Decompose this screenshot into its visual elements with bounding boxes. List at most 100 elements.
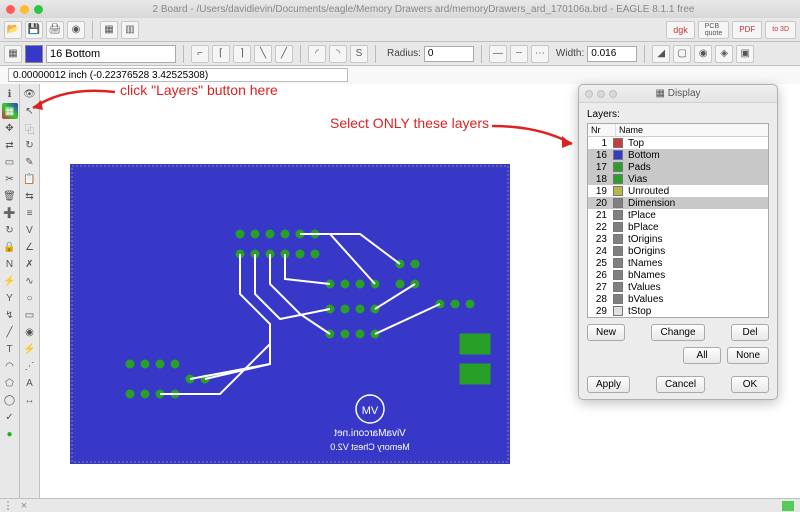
layer-row[interactable]: 25tNames bbox=[588, 257, 768, 269]
layer-row[interactable]: 26bNames bbox=[588, 269, 768, 281]
wire-bend-5[interactable]: ╱ bbox=[275, 45, 293, 63]
layers-tool[interactable]: ▦ bbox=[2, 103, 18, 119]
meander-tool[interactable]: ∿ bbox=[22, 273, 38, 289]
ok-button[interactable]: OK bbox=[731, 376, 769, 393]
style-3[interactable]: ⋯ bbox=[531, 45, 549, 63]
style-2[interactable]: ┄ bbox=[510, 45, 528, 63]
hole-tool[interactable]: ◯ bbox=[2, 392, 18, 408]
apply-button[interactable]: Apply bbox=[587, 376, 630, 393]
arc-tool[interactable]: ◠ bbox=[2, 358, 18, 374]
to-3d-button[interactable]: to 3D bbox=[765, 21, 796, 39]
text-tool[interactable]: T bbox=[2, 341, 18, 357]
misc-3[interactable]: ◉ bbox=[694, 45, 712, 63]
dim-tool[interactable]: ↔ bbox=[22, 392, 38, 408]
copy-tool[interactable]: ⿻ bbox=[22, 120, 38, 136]
group-tool[interactable]: ▭ bbox=[2, 154, 18, 170]
layer-row[interactable]: 24bOrigins bbox=[588, 245, 768, 257]
layer-row[interactable]: 1Top bbox=[588, 137, 768, 149]
none-button[interactable]: None bbox=[727, 347, 769, 364]
close-icon[interactable] bbox=[6, 5, 15, 14]
width-input[interactable] bbox=[587, 46, 637, 62]
layer-row[interactable]: 18Vias bbox=[588, 173, 768, 185]
new-button[interactable]: New bbox=[587, 324, 625, 341]
move-tool[interactable]: ✥ bbox=[2, 120, 18, 136]
all-button[interactable]: All bbox=[683, 347, 721, 364]
layer-row[interactable]: 22bPlace bbox=[588, 221, 768, 233]
value-tool[interactable]: V bbox=[22, 222, 38, 238]
route-tool[interactable]: ↯ bbox=[2, 307, 18, 323]
split-tool[interactable]: Y bbox=[2, 290, 18, 306]
misc-5[interactable]: ▣ bbox=[736, 45, 754, 63]
wire-bend-3[interactable]: ⌉ bbox=[233, 45, 251, 63]
layer-row[interactable]: 21tPlace bbox=[588, 209, 768, 221]
grid-button[interactable]: ▦ bbox=[4, 45, 22, 63]
paste-tool[interactable]: 📋 bbox=[22, 171, 38, 187]
coord-input[interactable] bbox=[8, 68, 348, 82]
cancel-button[interactable]: Cancel bbox=[656, 376, 705, 393]
layer-row[interactable]: 17Pads bbox=[588, 161, 768, 173]
dialog-zoom-icon[interactable] bbox=[609, 90, 617, 98]
add-tool[interactable]: ➕ bbox=[2, 205, 18, 221]
cam-button[interactable]: ◉ bbox=[67, 21, 85, 39]
misc-1[interactable]: ◢ bbox=[652, 45, 670, 63]
rect-tool[interactable]: ▭ bbox=[22, 307, 38, 323]
zoom-icon[interactable] bbox=[34, 5, 43, 14]
name-tool[interactable]: N bbox=[2, 256, 18, 272]
misc-2[interactable]: ▢ bbox=[673, 45, 691, 63]
arc-mode-1[interactable]: ◜ bbox=[308, 45, 326, 63]
circle-tool[interactable]: ○ bbox=[22, 290, 38, 306]
pinswap-tool[interactable]: ⇆ bbox=[22, 188, 38, 204]
change-tool[interactable]: ✎ bbox=[22, 154, 38, 170]
info-tool[interactable]: ℹ bbox=[2, 86, 18, 102]
arc-mode-2[interactable]: ◝ bbox=[329, 45, 347, 63]
polygon-tool[interactable]: ⬠ bbox=[2, 375, 18, 391]
optimize-tool[interactable]: ≡ bbox=[22, 205, 38, 221]
ripup-tool[interactable]: ✗ bbox=[22, 256, 38, 272]
layer-select[interactable] bbox=[46, 45, 176, 63]
dialog-minimize-icon[interactable] bbox=[597, 90, 605, 98]
replace-tool[interactable]: ↻ bbox=[2, 222, 18, 238]
open-button[interactable]: 📂 bbox=[4, 21, 22, 39]
wire-bend-4[interactable]: ╲ bbox=[254, 45, 272, 63]
layer-row[interactable]: 20Dimension bbox=[588, 197, 768, 209]
drc-tool[interactable]: ✓ bbox=[2, 409, 18, 425]
layers-list[interactable]: Nr Name 1Top16Bottom17Pads18Vias19Unrout… bbox=[587, 123, 769, 318]
smash-tool[interactable]: ⚡ bbox=[2, 273, 18, 289]
style-1[interactable]: — bbox=[489, 45, 507, 63]
arc-mode-3[interactable]: S bbox=[350, 45, 368, 63]
del-button[interactable]: Del bbox=[731, 324, 769, 341]
layer-row[interactable]: 19Unrouted bbox=[588, 185, 768, 197]
rotate-tool[interactable]: ↻ bbox=[22, 137, 38, 153]
signal-tool[interactable]: ⚡ bbox=[22, 341, 38, 357]
erc-tool[interactable]: ● bbox=[2, 426, 18, 442]
design-link-button[interactable]: dgk bbox=[666, 21, 695, 39]
rats-tool[interactable]: ⋰ bbox=[22, 358, 38, 374]
mirror-tool[interactable]: ⇄ bbox=[2, 137, 18, 153]
minimize-icon[interactable] bbox=[20, 5, 29, 14]
print-button[interactable]: 🖨 bbox=[46, 21, 64, 39]
layer-row[interactable]: 27tValues bbox=[588, 281, 768, 293]
pdf-button[interactable]: PDF bbox=[732, 21, 762, 39]
layer-row[interactable]: 30bStop bbox=[588, 317, 768, 318]
layer-row[interactable]: 29tStop bbox=[588, 305, 768, 317]
misc-4[interactable]: ◈ bbox=[715, 45, 733, 63]
layer-row[interactable]: 23tOrigins bbox=[588, 233, 768, 245]
dialog-close-icon[interactable] bbox=[585, 90, 593, 98]
radius-input[interactable] bbox=[424, 46, 474, 62]
change-button[interactable]: Change bbox=[651, 324, 704, 341]
save-button[interactable]: 💾 bbox=[25, 21, 43, 39]
layer-row[interactable]: 28bValues bbox=[588, 293, 768, 305]
via-tool[interactable]: ◉ bbox=[22, 324, 38, 340]
cut-tool[interactable]: ✂ bbox=[2, 171, 18, 187]
layer-row[interactable]: 16Bottom bbox=[588, 149, 768, 161]
sheet-button[interactable]: ▥ bbox=[121, 21, 139, 39]
wire-bend-2[interactable]: ⌈ bbox=[212, 45, 230, 63]
auto-tool[interactable]: A bbox=[22, 375, 38, 391]
miter-tool[interactable]: ∠ bbox=[22, 239, 38, 255]
wire-tool[interactable]: ╱ bbox=[2, 324, 18, 340]
delete-tool[interactable]: 🗑 bbox=[2, 188, 18, 204]
pcb-quote-button[interactable]: PCBquote bbox=[698, 21, 730, 39]
wire-bend-1[interactable]: ⌐ bbox=[191, 45, 209, 63]
lock-tool[interactable]: 🔒 bbox=[2, 239, 18, 255]
schematic-button[interactable]: ▦ bbox=[100, 21, 118, 39]
